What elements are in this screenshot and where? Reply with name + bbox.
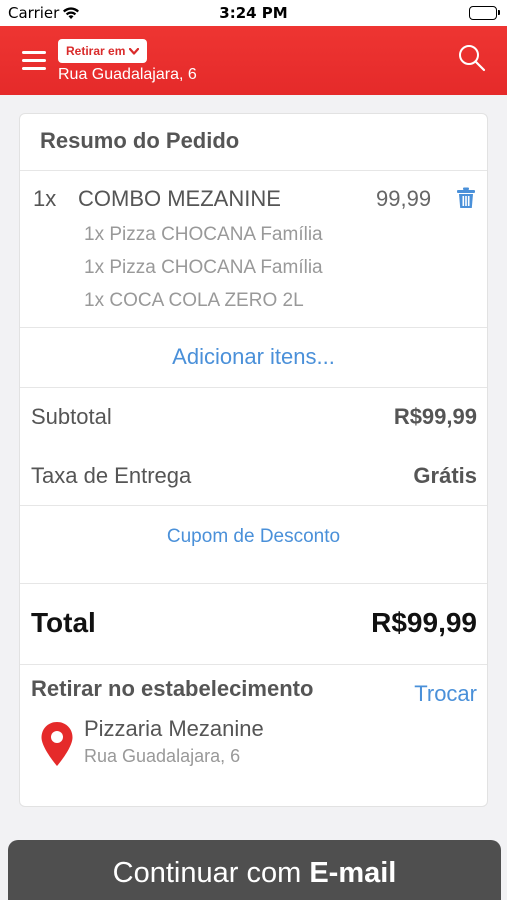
order-summary-card: Resumo do Pedido 1x COMBO MEZANINE 99,99… — [19, 113, 488, 807]
clock: 3:24 PM — [219, 4, 288, 22]
subtotal-value: R$99,99 — [393, 404, 477, 429]
trash-icon[interactable] — [456, 187, 476, 209]
total-value: R$99,99 — [371, 607, 477, 638]
continue-with-email-button[interactable]: Continuar com E-mail — [8, 840, 501, 900]
item-price: 99,99 — [376, 186, 432, 211]
change-pickup-link[interactable]: Trocar — [414, 681, 477, 707]
sub-item: 1x COCA COLA ZERO 2L — [84, 290, 304, 311]
total-label: Total — [31, 607, 96, 638]
continue-button-method: E-mail — [309, 857, 397, 889]
item-quantity: 1x — [33, 186, 57, 211]
divider — [20, 664, 487, 665]
subtotal-label: Subtotal — [31, 404, 112, 429]
coupon-link[interactable]: Cupom de Desconto — [20, 526, 487, 548]
divider — [20, 327, 487, 328]
continue-button-prefix: Continuar com — [112, 857, 302, 889]
menu-icon[interactable] — [22, 51, 46, 71]
divider — [20, 505, 487, 506]
pickup-mode-selector[interactable]: Retirar em — [58, 39, 148, 63]
pickup-mode-label: Retirar em — [66, 44, 126, 58]
search-icon[interactable] — [457, 43, 487, 73]
pickup-title: Retirar no estabelecimento — [31, 676, 314, 701]
divider — [20, 387, 487, 388]
app-header: Retirar em Rua Guadalajara, 6 — [0, 26, 507, 95]
delivery-fee-label: Taxa de Entrega — [31, 463, 192, 488]
order-summary-title: Resumo do Pedido — [40, 128, 240, 153]
status-bar: Carrier 3:24 PM — [0, 0, 507, 26]
divider — [20, 170, 487, 171]
store-name: Pizzaria Mezanine — [84, 716, 264, 741]
header-address[interactable]: Rua Guadalajara, 6 — [58, 66, 197, 84]
store-address: Rua Guadalajara, 6 — [84, 746, 241, 766]
add-items-link[interactable]: Adicionar itens... — [20, 344, 487, 370]
chevron-down-icon — [129, 47, 140, 55]
location-pin-icon — [41, 722, 73, 766]
divider — [20, 583, 487, 584]
item-name: COMBO MEZANINE — [78, 186, 281, 211]
delivery-fee-value: Grátis — [413, 463, 477, 488]
battery-icon — [469, 6, 500, 20]
sub-item: 1x Pizza CHOCANA Família — [84, 224, 323, 245]
sub-item: 1x Pizza CHOCANA Família — [84, 257, 323, 278]
